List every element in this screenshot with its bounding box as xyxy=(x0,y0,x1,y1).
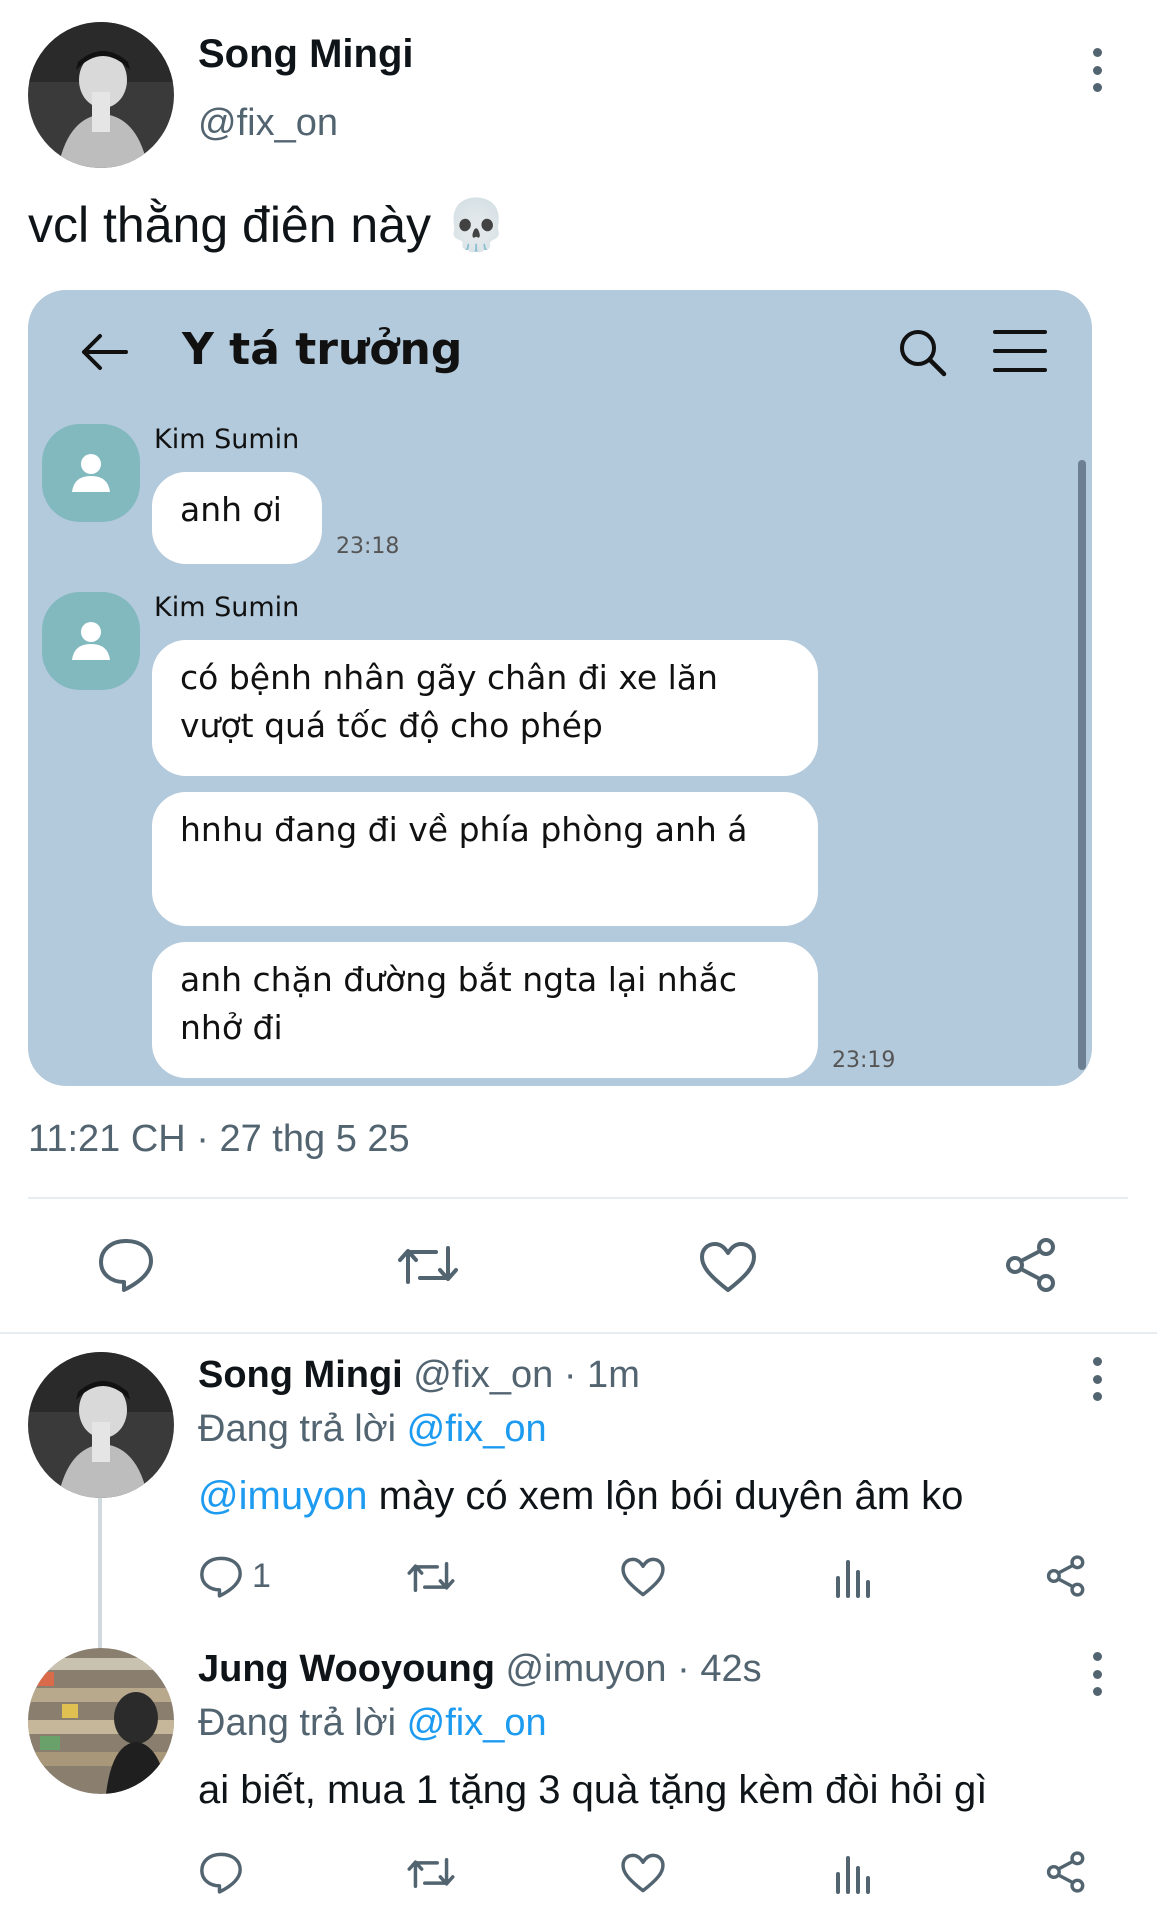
chat-timestamp: 23:19 xyxy=(832,1048,896,1073)
divider xyxy=(0,1332,1157,1334)
author-name[interactable]: Song Mingi xyxy=(198,32,414,77)
reply-time[interactable]: · 42s xyxy=(677,1648,761,1690)
author-handle[interactable]: @fix_on xyxy=(198,102,338,145)
replying-to-label: Đang trả lời xyxy=(198,1408,397,1450)
menu-icon xyxy=(993,330,1047,372)
tweet-timestamp: 11:21 CH · 27 thg 5 25 xyxy=(28,1118,410,1160)
person-icon xyxy=(72,622,110,660)
like-icon[interactable] xyxy=(620,1556,666,1598)
avatar[interactable] xyxy=(28,1648,174,1794)
mention-link[interactable]: @imuyon xyxy=(198,1474,368,1518)
reply-header: Song Mingi @fix_on · 1m xyxy=(198,1354,640,1397)
more-options-icon[interactable] xyxy=(1087,48,1107,92)
chat-avatar xyxy=(42,424,140,522)
chat-message: anh ơi xyxy=(152,472,322,564)
avatar-photo xyxy=(28,1352,174,1498)
reply-time[interactable]: · 1m xyxy=(564,1354,640,1396)
replying-to-handle[interactable]: @fix_on xyxy=(407,1702,547,1744)
chat-scrollbar xyxy=(1078,460,1086,1070)
reply-icon xyxy=(200,1556,242,1598)
like-icon[interactable] xyxy=(620,1852,666,1894)
chat-sender-name: Kim Sumin xyxy=(154,592,300,623)
retweet-icon[interactable] xyxy=(406,1852,456,1894)
back-arrow-icon xyxy=(82,334,128,370)
like-icon[interactable] xyxy=(698,1240,758,1294)
retweet-icon[interactable] xyxy=(396,1238,460,1292)
chat-message: hnhu đang đi về phía phòng anh á xyxy=(152,792,818,926)
chat-sender-name: Kim Sumin xyxy=(154,424,300,455)
search-icon xyxy=(900,330,947,377)
author-handle[interactable]: @fix_on xyxy=(413,1354,553,1396)
reply-text: @imuyon mày có xem lộn bói duyên âm ko xyxy=(198,1474,963,1519)
chat-avatar xyxy=(42,592,140,690)
avatar[interactable] xyxy=(28,1352,174,1498)
chat-message: anh chặn đường bắt ngta lại nhắc nhở đi xyxy=(152,942,818,1078)
reply-header: Jung Wooyoung @imuyon · 42s xyxy=(198,1648,762,1691)
analytics-icon[interactable] xyxy=(834,1852,874,1894)
author-name[interactable]: Jung Wooyoung xyxy=(198,1648,495,1690)
analytics-icon[interactable] xyxy=(834,1556,874,1598)
share-icon[interactable] xyxy=(1044,1850,1088,1894)
divider xyxy=(28,1197,1128,1199)
reply-body: ai biết, mua 1 tặng 3 quà tặng kèm đòi h… xyxy=(198,1768,988,1812)
avatar[interactable] xyxy=(28,22,174,168)
thread-line xyxy=(98,1498,102,1650)
chat-timestamp: 23:18 xyxy=(336,534,400,559)
reply-count: 1 xyxy=(252,1556,271,1595)
avatar-photo xyxy=(28,22,174,168)
share-icon[interactable] xyxy=(1002,1236,1060,1294)
more-options-icon[interactable] xyxy=(1087,1357,1107,1401)
author-name[interactable]: Song Mingi xyxy=(198,1354,403,1396)
more-options-icon[interactable] xyxy=(1087,1652,1107,1696)
reply-button[interactable]: 1 xyxy=(198,1554,271,1598)
reply-body: mày có xem lộn bói duyên âm ko xyxy=(367,1474,964,1518)
share-icon[interactable] xyxy=(1044,1554,1088,1598)
person-icon xyxy=(72,454,110,492)
chat-message: có bệnh nhân gãy chân đi xe lăn vượt quá… xyxy=(152,640,818,776)
avatar-photo xyxy=(28,1648,174,1794)
reply-icon[interactable] xyxy=(96,1236,156,1292)
author-handle[interactable]: @imuyon xyxy=(505,1648,666,1690)
replying-to-label: Đang trả lời xyxy=(198,1702,397,1744)
tweet-text: vcl thằng điên này 💀 xyxy=(28,197,508,253)
chat-title: Y tá trưởng xyxy=(182,324,463,375)
replying-to: Đang trả lời @fix_on xyxy=(198,1702,547,1745)
retweet-icon[interactable] xyxy=(406,1556,456,1598)
replying-to: Đang trả lời @fix_on xyxy=(198,1408,547,1451)
reply-icon[interactable] xyxy=(198,1850,244,1894)
attached-image[interactable]: Y tá trưởng Kim Sumin anh ơi 23:18 Kim S… xyxy=(28,290,1092,1086)
replying-to-handle[interactable]: @fix_on xyxy=(407,1408,547,1450)
